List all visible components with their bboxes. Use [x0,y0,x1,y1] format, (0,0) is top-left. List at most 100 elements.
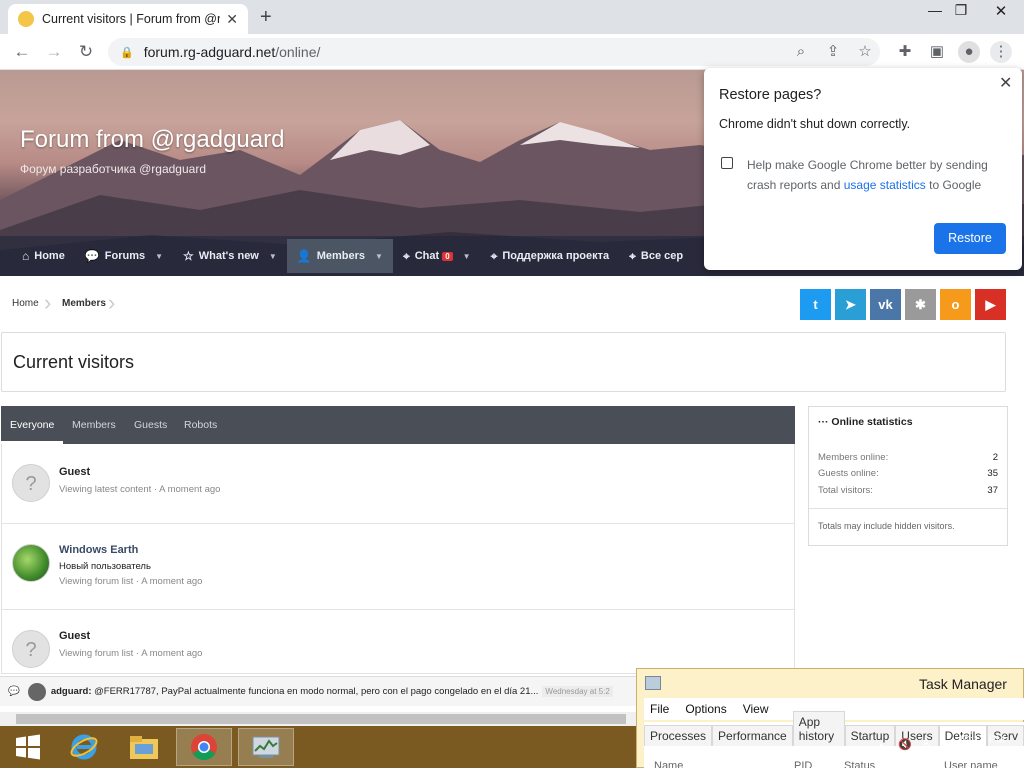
chat-ticker[interactable]: 💬 adguard: @FERR17787, PayPal actualment… [0,676,636,706]
checkbox-text-end: to Google [929,178,982,192]
task-manager-taskbar-icon[interactable] [238,728,294,766]
online-statistics-heading: ··· Online statistics [818,416,913,428]
tab-performance[interactable]: Performance [712,725,793,746]
nav-whats-new[interactable]: ☆ What's new ▼ [173,239,287,273]
avatar[interactable]: ? [12,630,50,668]
nav-support-label: Поддержка проекта [502,250,610,262]
restore-button[interactable]: Restore [934,223,1006,254]
avatar[interactable] [12,544,50,582]
zoom-icon[interactable]: ⌕ [790,41,812,63]
breadcrumb-members[interactable]: Members [62,286,106,322]
chevron-down-icon[interactable]: ▼ [269,252,277,261]
reload-button[interactable]: ↻ [74,40,98,64]
nav-services[interactable]: ⌖ Все сер [619,239,693,273]
tab-everyone[interactable]: Everyone [1,406,64,444]
tag-icon: ⌖ [629,248,636,263]
avatar [27,682,46,701]
menu-kebab-icon[interactable]: ⋮ [990,41,1012,63]
stat-value: 37 [987,485,998,496]
tab-guests[interactable]: Guests [134,406,167,444]
tag-icon: ⌖ [490,248,498,263]
telegram-icon[interactable]: ➤ [835,289,866,320]
list-item: Windows Earth Новый пользователь Viewing… [2,524,794,610]
vk-icon[interactable]: vk [870,289,901,320]
nav-home[interactable]: ⌂ Home [12,239,75,273]
network-icon[interactable]: 🖧 [920,738,932,757]
extensions-icon[interactable]: ✚ [894,41,916,63]
twitter-icon[interactable]: t [800,289,831,320]
bookmark-star-icon[interactable]: ☆ [854,41,876,63]
internet-explorer-icon[interactable] [56,728,112,766]
crash-report-checkbox[interactable] [721,157,733,169]
menu-view[interactable]: View [743,702,769,716]
scrollbar-thumb[interactable] [16,714,626,724]
menu-options[interactable]: Options [685,702,726,716]
odnoklassniki-icon[interactable]: o [940,289,971,320]
chrome-icon[interactable] [176,728,232,766]
tab-members[interactable]: Members [72,406,116,444]
url-path: /online/ [275,44,321,60]
youtube-icon[interactable]: ▶ [975,289,1006,320]
col-name[interactable]: Name [654,760,683,768]
chat-count-badge: 0 [442,251,453,261]
close-window-button[interactable]: ✕ [986,2,1016,20]
chat-message: @FERR17787, PayPal actualmente funciona … [94,686,539,697]
chevron-down-icon[interactable]: ▼ [463,252,471,261]
stats-heading-text: Online statistics [831,416,913,428]
chat-icon[interactable]: 💬 [8,686,20,697]
start-button[interactable] [0,728,56,766]
new-tab-button[interactable]: + [260,6,272,29]
close-tab-icon[interactable]: ✕ [226,11,238,28]
visitor-name[interactable]: Guest [59,466,90,478]
chevron-down-icon[interactable]: ▼ [375,252,383,261]
tab-robots[interactable]: Robots [184,406,217,444]
stat-row-guests: Guests online: 35 [818,468,998,479]
breadcrumb-separator: › [108,290,116,315]
avatar[interactable]: ? [12,464,50,502]
volume-muted-icon[interactable]: 🔇 [898,738,912,751]
forward-button[interactable]: → [42,40,66,64]
address-bar[interactable]: 🔒 forum.rg-adguard.net/online/ [108,38,880,66]
dots-icon: ··· [818,416,832,428]
lock-icon: 🔒 [120,46,134,59]
share-icon[interactable]: ⇪ [822,41,844,63]
site-favicon-icon [18,11,34,27]
stat-value: 2 [992,452,998,463]
stat-value: 35 [987,468,998,479]
forum-subtitle: Форум разработчика @rgadguard [20,162,206,176]
forum-title[interactable]: Forum from @rgadguard [20,126,284,154]
breadcrumb-home[interactable]: Home [12,286,39,322]
livejournal-icon[interactable]: ✱ [905,289,936,320]
page-title-block [1,332,1006,392]
back-button[interactable]: ← [10,40,34,64]
nav-members[interactable]: 👤 Members ▼ [286,239,393,273]
nav-forums[interactable]: 💬 Forums ▼ [75,239,173,273]
show-hidden-icons-icon[interactable]: ▲ [876,740,887,752]
chat-user[interactable]: adguard: [51,686,92,697]
nav-support[interactable]: ⌖ Поддержка проекта [481,239,620,273]
visitor-name[interactable]: Windows Earth [59,544,138,556]
stat-row-members: Members online: 2 [818,452,998,463]
task-manager-title: Task Manager [919,676,1007,692]
visitor-name[interactable]: Guest [59,630,90,642]
system-tray: ▲ 🔇 🖧 10:12 PM 7/4/2022 [870,728,1024,766]
file-explorer-icon[interactable] [116,728,172,766]
restore-window-button[interactable]: ❐ [946,2,976,19]
col-pid[interactable]: PID [794,760,812,768]
side-panel-icon[interactable]: ▣ [926,41,948,63]
list-item: ? Guest Viewing latest content · A momen… [2,444,794,524]
nav-chat[interactable]: ⌖ Chat 0 ▼ [393,239,481,273]
browser-tab[interactable]: Current visitors | Forum from @r ✕ [8,4,248,34]
dialog-title: Restore pages? [719,87,822,103]
tab-processes[interactable]: Processes [644,725,713,746]
nav-home-label: Home [34,250,65,262]
profile-icon[interactable]: ● [958,41,980,63]
clock-date[interactable]: 7/4/2022 [958,750,1001,762]
menu-file[interactable]: File [650,702,669,716]
usage-statistics-link[interactable]: usage statistics [844,178,926,192]
chat-timestamp: Wednesday at 5:2 [542,686,613,697]
chevron-down-icon[interactable]: ▼ [155,252,163,261]
clock-time[interactable]: 10:12 PM [958,734,1005,746]
tab-app-history[interactable]: App history [792,711,845,746]
close-icon[interactable]: ✕ [999,73,1012,93]
